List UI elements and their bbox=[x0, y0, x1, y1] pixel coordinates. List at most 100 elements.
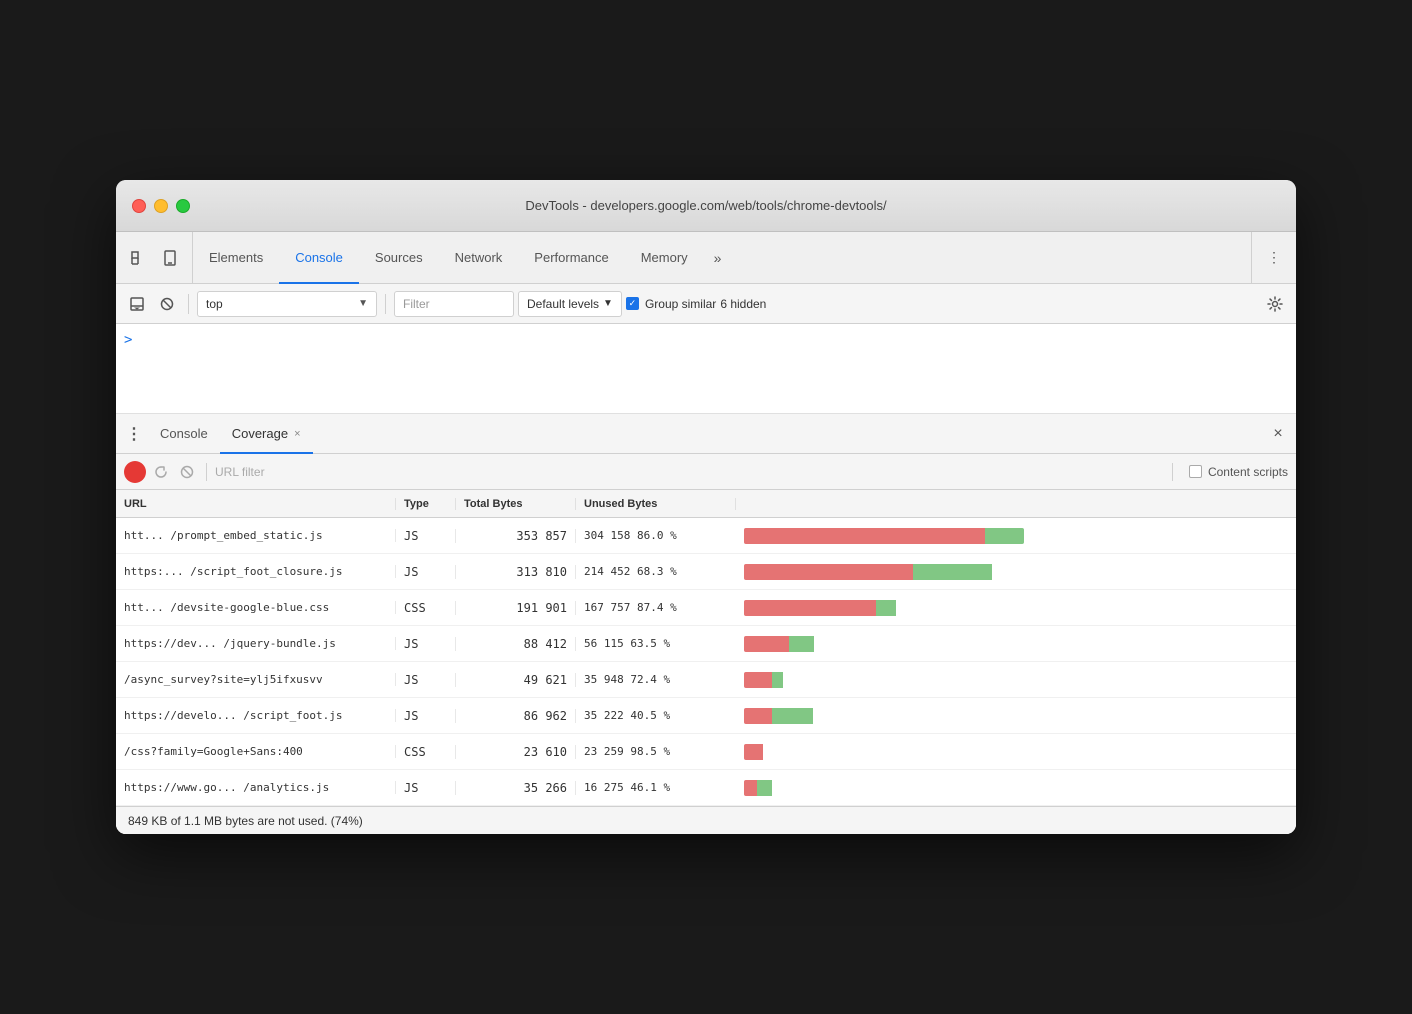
minimize-button[interactable] bbox=[154, 199, 168, 213]
tab-elements[interactable]: Elements bbox=[193, 233, 279, 284]
close-button[interactable] bbox=[132, 199, 146, 213]
coverage-toolbar: Content scripts bbox=[116, 454, 1296, 490]
table-row[interactable]: https:... /script_foot_closure.js JS 313… bbox=[116, 554, 1296, 590]
table-row[interactable]: /async_survey?site=ylj5ifxusvv JS 49 621… bbox=[116, 662, 1296, 698]
cell-url: /async_survey?site=ylj5ifxusvv bbox=[116, 673, 396, 686]
cell-total-bytes: 49 621 bbox=[456, 673, 576, 687]
cell-url: htt... /devsite-google-blue.css bbox=[116, 601, 396, 614]
cell-total-bytes: 313 810 bbox=[456, 565, 576, 579]
console-output: > bbox=[116, 324, 1296, 414]
col-type[interactable]: Type bbox=[396, 498, 456, 510]
tab-memory[interactable]: Memory bbox=[625, 233, 704, 284]
cell-unused-bytes: 23 259 98.5 % bbox=[576, 745, 736, 758]
panel-tab-console[interactable]: Console bbox=[148, 415, 220, 454]
coverage-table: URL Type Total Bytes Unused Bytes htt...… bbox=[116, 490, 1296, 834]
log-levels-button[interactable]: Default levels ▼ bbox=[518, 291, 622, 317]
cell-bar bbox=[736, 672, 1296, 688]
group-similar-checkbox[interactable]: ✓ bbox=[626, 297, 639, 310]
cell-url: https:... /script_foot_closure.js bbox=[116, 565, 396, 578]
inspect-element-button[interactable] bbox=[124, 244, 152, 272]
panel-tabs-bar: ⋮ Console Coverage × × bbox=[116, 414, 1296, 454]
settings-button[interactable] bbox=[1262, 291, 1288, 317]
table-row[interactable]: htt... /prompt_embed_static.js JS 353 85… bbox=[116, 518, 1296, 554]
content-scripts-checkbox[interactable] bbox=[1189, 465, 1202, 478]
bottom-panel: ⋮ Console Coverage × × bbox=[116, 414, 1296, 834]
cell-unused-bytes: 304 158 86.0 % bbox=[576, 529, 736, 542]
cell-total-bytes: 88 412 bbox=[456, 637, 576, 651]
toolbar-end: ⋮ bbox=[1251, 232, 1296, 283]
separator bbox=[188, 294, 189, 314]
hidden-count: 6 hidden bbox=[720, 297, 766, 311]
content-scripts-toggle[interactable]: Content scripts bbox=[1181, 465, 1288, 479]
cell-url: /css?family=Google+Sans:400 bbox=[116, 745, 396, 758]
panel-tab-coverage[interactable]: Coverage × bbox=[220, 415, 313, 454]
cell-url: htt... /prompt_embed_static.js bbox=[116, 529, 396, 542]
cell-type: JS bbox=[396, 673, 456, 687]
main-tabs: Elements Console Sources Network Perform… bbox=[193, 232, 1251, 283]
console-toolbar: top ▼ Default levels ▼ ✓ Group similar 6… bbox=[116, 284, 1296, 324]
console-prompt[interactable]: > bbox=[124, 332, 132, 348]
cell-bar bbox=[736, 528, 1296, 544]
device-toggle-button[interactable] bbox=[156, 244, 184, 272]
group-similar-toggle[interactable]: ✓ Group similar bbox=[626, 297, 716, 311]
cell-unused-bytes: 35 948 72.4 % bbox=[576, 673, 736, 686]
record-coverage-button[interactable] bbox=[124, 461, 146, 483]
filter-input[interactable] bbox=[394, 291, 514, 317]
cell-type: JS bbox=[396, 637, 456, 651]
cell-total-bytes: 35 266 bbox=[456, 781, 576, 795]
cell-unused-bytes: 35 222 40.5 % bbox=[576, 709, 736, 722]
clear-console-button[interactable] bbox=[154, 291, 180, 317]
cell-bar bbox=[736, 600, 1296, 616]
close-panel-button[interactable]: × bbox=[1264, 420, 1292, 448]
maximize-button[interactable] bbox=[176, 199, 190, 213]
cell-url: https://develo... /script_foot.js bbox=[116, 709, 396, 722]
cell-type: JS bbox=[396, 781, 456, 795]
coverage-sep-2 bbox=[1172, 463, 1173, 481]
toolbar-icons bbox=[116, 232, 193, 283]
table-body: htt... /prompt_embed_static.js JS 353 85… bbox=[116, 518, 1296, 806]
col-unused-bytes[interactable]: Unused Bytes bbox=[576, 498, 736, 510]
cell-bar bbox=[736, 564, 1296, 580]
cell-type: CSS bbox=[396, 745, 456, 759]
devtools-body: Elements Console Sources Network Perform… bbox=[116, 232, 1296, 834]
cell-type: CSS bbox=[396, 601, 456, 615]
table-row[interactable]: /css?family=Google+Sans:400 CSS 23 610 2… bbox=[116, 734, 1296, 770]
menu-dots-icon: ⋮ bbox=[1267, 249, 1281, 266]
url-filter-input[interactable] bbox=[215, 465, 1164, 479]
status-text: 849 KB of 1.1 MB bytes are not used. (74… bbox=[128, 814, 363, 828]
close-coverage-tab-button[interactable]: × bbox=[294, 428, 300, 440]
reload-coverage-button[interactable] bbox=[150, 461, 172, 483]
more-tabs-button[interactable]: » bbox=[704, 232, 732, 283]
col-url[interactable]: URL bbox=[116, 498, 396, 510]
cell-bar bbox=[736, 780, 1296, 796]
top-toolbar: Elements Console Sources Network Perform… bbox=[116, 232, 1296, 284]
table-row[interactable]: https://develo... /script_foot.js JS 86 … bbox=[116, 698, 1296, 734]
separator-2 bbox=[385, 294, 386, 314]
devtools-menu-button[interactable]: ⋮ bbox=[1260, 244, 1288, 272]
show-drawer-button[interactable] bbox=[124, 291, 150, 317]
tab-performance[interactable]: Performance bbox=[518, 233, 624, 284]
cell-unused-bytes: 214 452 68.3 % bbox=[576, 565, 736, 578]
panel-more-button[interactable]: ⋮ bbox=[120, 420, 148, 448]
tab-sources[interactable]: Sources bbox=[359, 233, 439, 284]
table-row[interactable]: htt... /devsite-google-blue.css CSS 191 … bbox=[116, 590, 1296, 626]
cell-url: https://dev... /jquery-bundle.js bbox=[116, 637, 396, 650]
cell-type: JS bbox=[396, 565, 456, 579]
table-row[interactable]: https://dev... /jquery-bundle.js JS 88 4… bbox=[116, 626, 1296, 662]
execution-context-selector[interactable]: top ▼ bbox=[197, 291, 377, 317]
status-bar: 849 KB of 1.1 MB bytes are not used. (74… bbox=[116, 806, 1296, 834]
traffic-lights bbox=[132, 199, 190, 213]
tab-console[interactable]: Console bbox=[279, 233, 359, 284]
cell-total-bytes: 23 610 bbox=[456, 745, 576, 759]
col-total-bytes[interactable]: Total Bytes bbox=[456, 498, 576, 510]
cell-total-bytes: 86 962 bbox=[456, 709, 576, 723]
devtools-window: DevTools - developers.google.com/web/too… bbox=[116, 180, 1296, 834]
cell-type: JS bbox=[396, 709, 456, 723]
coverage-sep bbox=[206, 463, 207, 481]
cell-url: https://www.go... /analytics.js bbox=[116, 781, 396, 794]
cell-type: JS bbox=[396, 529, 456, 543]
table-row[interactable]: https://www.go... /analytics.js JS 35 26… bbox=[116, 770, 1296, 806]
clear-coverage-button[interactable] bbox=[176, 461, 198, 483]
tab-network[interactable]: Network bbox=[439, 233, 519, 284]
cell-bar bbox=[736, 708, 1296, 724]
